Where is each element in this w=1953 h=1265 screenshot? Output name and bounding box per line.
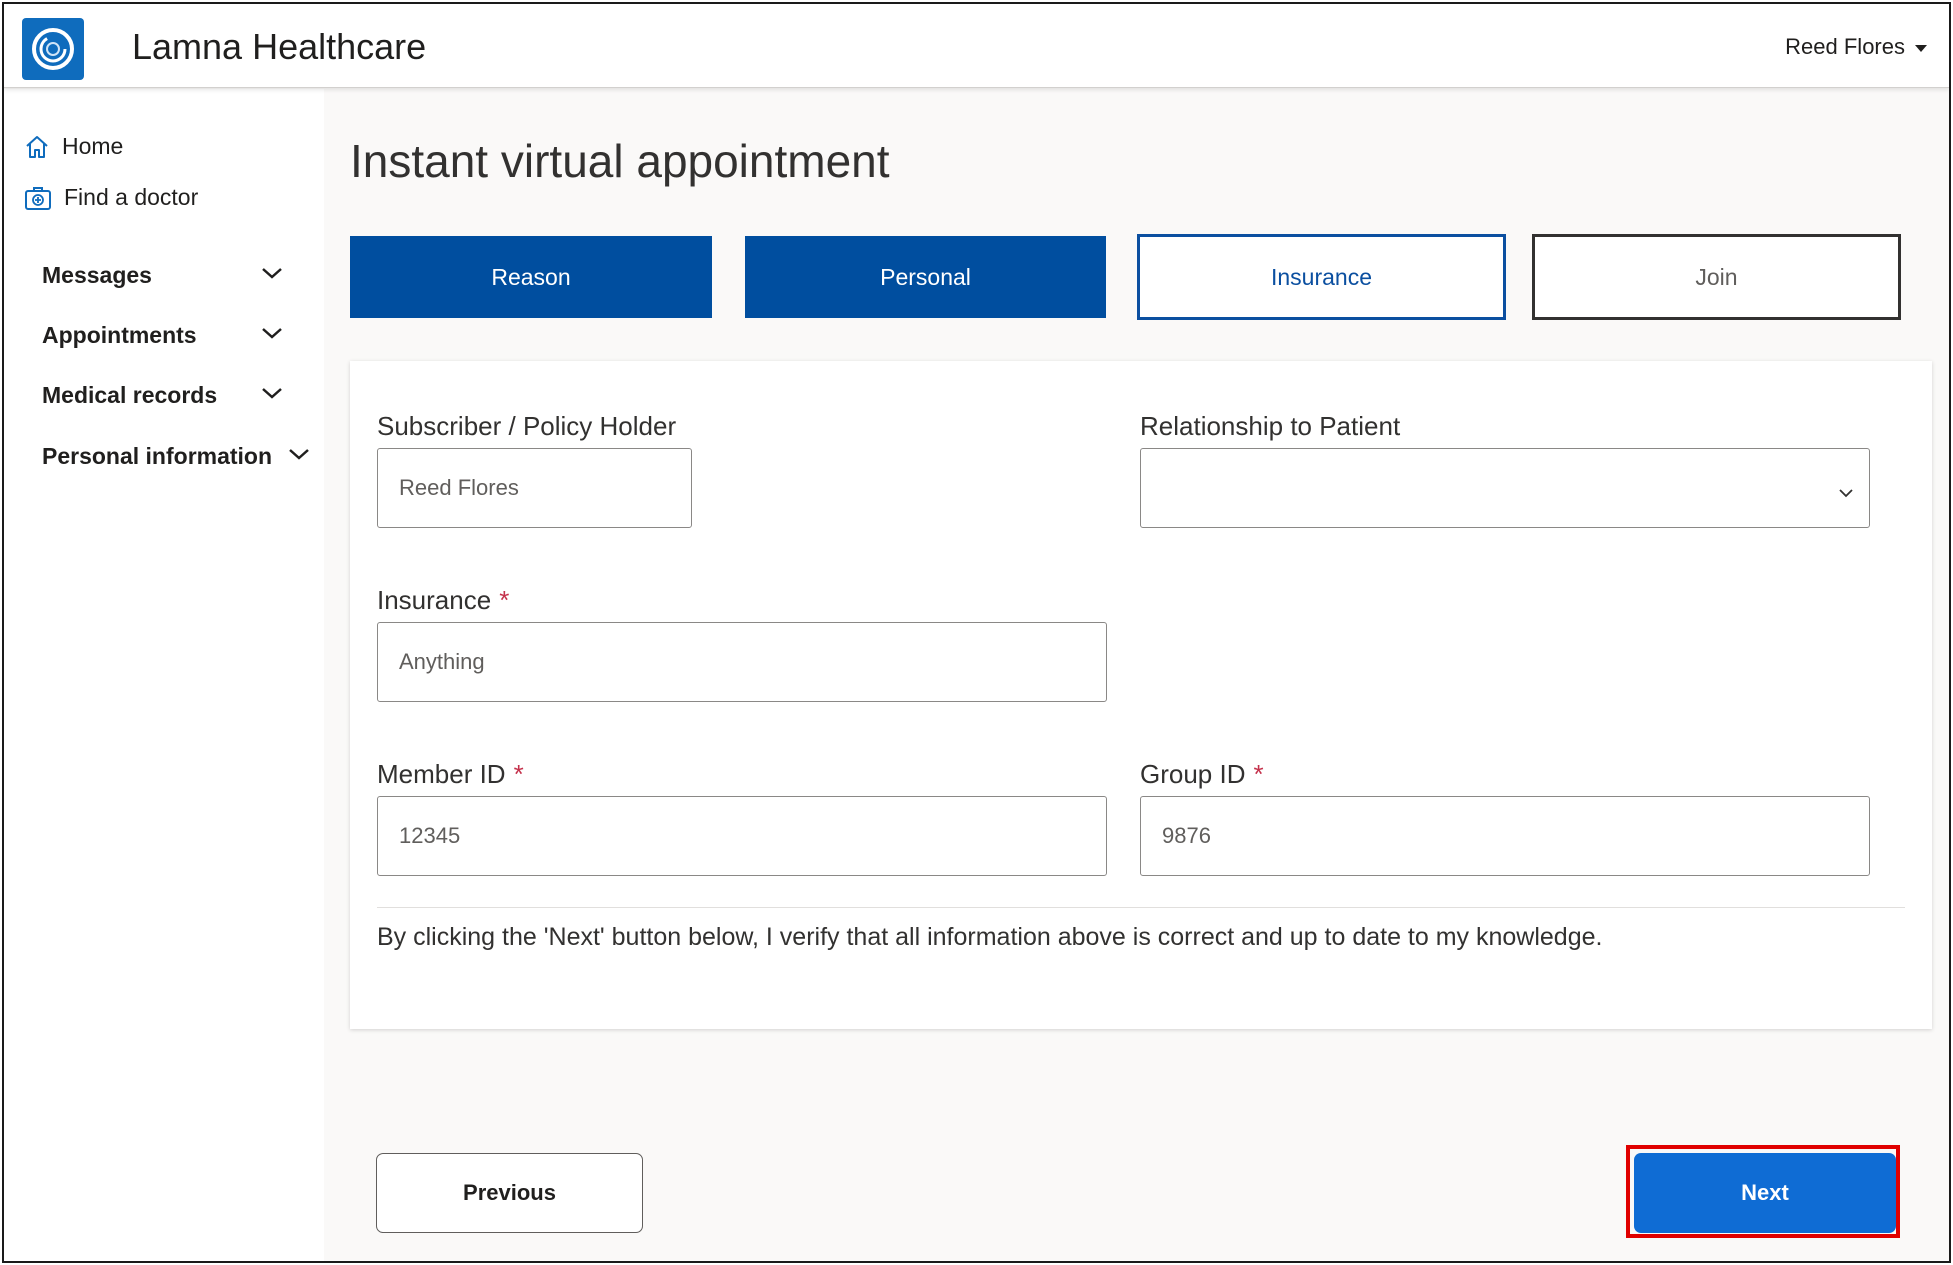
app-title: Lamna Healthcare — [132, 26, 427, 67]
sidebar-group-label: Appointments — [42, 322, 197, 348]
sidebar-group-label: Messages — [42, 262, 152, 288]
sidebar-item-label: Home — [62, 133, 124, 159]
step-personal[interactable]: Personal — [745, 236, 1106, 318]
divider — [377, 907, 1905, 908]
sidebar-group-appointments[interactable]: Appointments — [42, 322, 197, 349]
group-id-value: 9876 — [1162, 823, 1211, 848]
sidebar-group-label: Medical records — [42, 382, 218, 408]
caret-down-icon — [1915, 44, 1927, 52]
required-mark: * — [513, 759, 524, 789]
top-header: Lamna Healthcare Reed Flores — [4, 4, 1949, 88]
insurance-value: Anything — [399, 649, 485, 674]
previous-button[interactable]: Previous — [376, 1153, 643, 1233]
user-name: Reed Flores — [1785, 34, 1905, 59]
home-icon — [24, 134, 50, 160]
sidebar-item-label: Find a doctor — [64, 184, 199, 210]
previous-button-label: Previous — [463, 1180, 556, 1205]
subscriber-field[interactable]: Reed Flores — [377, 448, 692, 528]
user-menu[interactable]: Reed Flores — [1785, 34, 1927, 60]
member-id-value: 12345 — [399, 823, 461, 848]
required-mark: * — [1253, 759, 1264, 789]
member-id-label: Member ID * — [377, 759, 524, 789]
group-id-field[interactable]: 9876 — [1140, 796, 1870, 876]
app-window: Lamna Healthcare Reed Flores Home Find a… — [2, 2, 1951, 1263]
subscriber-label: Subscriber / Policy Holder — [377, 411, 677, 441]
sidebar-group-personal-information[interactable]: Personal information — [42, 443, 272, 470]
required-mark: * — [499, 585, 510, 615]
chevron-down-icon — [1837, 479, 1855, 505]
sidebar-group-messages[interactable]: Messages — [42, 262, 152, 289]
medical-kit-icon — [24, 185, 52, 211]
sidebar-group-label: Personal information — [42, 443, 273, 469]
step-label: Reason — [491, 263, 571, 290]
sidebar-group-medical-records[interactable]: Medical records — [42, 382, 217, 409]
insurance-label: Insurance * — [377, 585, 510, 615]
step-label: Insurance — [1270, 263, 1372, 290]
member-id-field[interactable]: 12345 — [377, 796, 1107, 876]
step-label: Personal — [880, 263, 971, 290]
step-insurance[interactable]: Insurance — [1137, 234, 1506, 320]
verification-disclaimer: By clicking the 'Next' button below, I v… — [377, 923, 1603, 951]
relationship-select[interactable] — [1140, 448, 1870, 528]
step-join[interactable]: Join — [1532, 234, 1901, 320]
step-reason[interactable]: Reason — [350, 236, 712, 318]
next-button[interactable]: Next — [1634, 1153, 1896, 1233]
insurance-form-card: Subscriber / Policy Holder Reed Flores R… — [350, 361, 1932, 1029]
chevron-down-icon[interactable] — [260, 325, 284, 346]
sidebar: Home Find a doctor Messages Appointments — [4, 89, 324, 1261]
subscriber-value: Reed Flores — [399, 475, 519, 500]
sidebar-item-find-doctor[interactable]: Find a doctor — [24, 184, 198, 211]
next-button-label: Next — [1741, 1180, 1789, 1205]
relationship-label: Relationship to Patient — [1140, 411, 1401, 441]
page-title: Instant virtual appointment — [350, 135, 890, 187]
insurance-field[interactable]: Anything — [377, 622, 1107, 702]
sidebar-item-home[interactable]: Home — [24, 133, 123, 160]
group-id-label: Group ID * — [1140, 759, 1264, 789]
ring-logo-icon[interactable] — [22, 18, 84, 80]
chevron-down-icon[interactable] — [260, 265, 284, 286]
chevron-down-icon[interactable] — [260, 385, 284, 406]
step-label: Join — [1695, 263, 1738, 290]
chevron-down-icon[interactable] — [287, 446, 311, 467]
